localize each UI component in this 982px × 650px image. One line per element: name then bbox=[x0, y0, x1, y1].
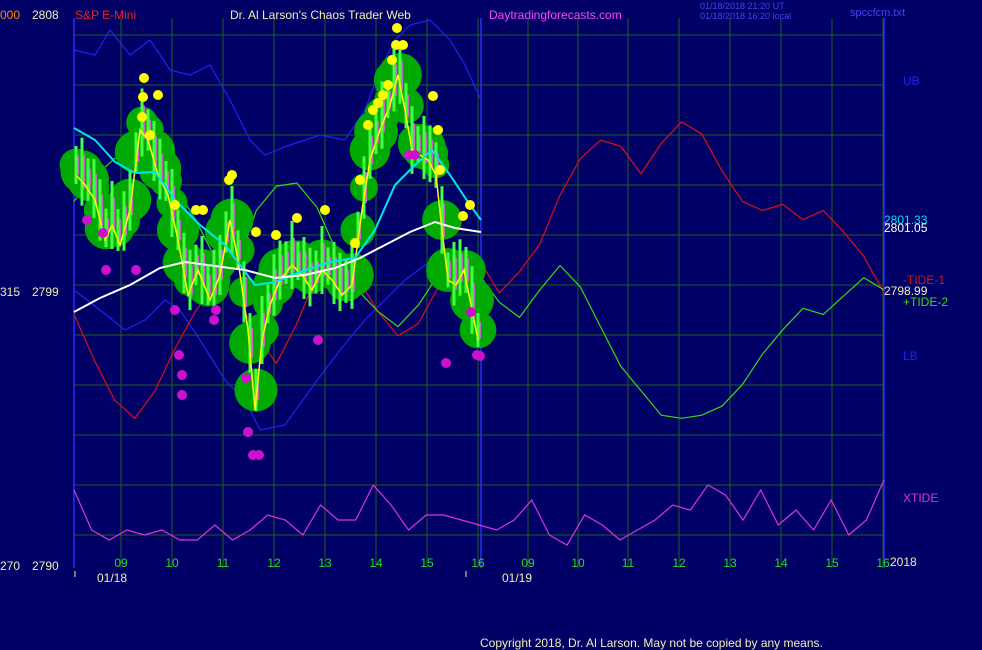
left-scale-mid: 315 bbox=[0, 285, 21, 299]
hour-tick-label: 12 bbox=[267, 556, 281, 570]
high-dot bbox=[363, 120, 373, 130]
high-dot bbox=[392, 23, 402, 33]
high-dot bbox=[465, 200, 475, 210]
price-mid-label: 2799 bbox=[32, 285, 59, 299]
high-dot bbox=[387, 55, 397, 65]
low-dot bbox=[254, 450, 264, 460]
high-dot bbox=[383, 80, 393, 90]
high-dot bbox=[355, 175, 365, 185]
high-dot bbox=[153, 90, 163, 100]
high-dot bbox=[350, 238, 360, 248]
high-dot bbox=[139, 73, 149, 83]
low-dot bbox=[177, 390, 187, 400]
high-dot bbox=[145, 130, 155, 140]
hour-tick-label: 14 bbox=[369, 556, 383, 570]
hour-tick-label: 10 bbox=[571, 556, 585, 570]
low-dot bbox=[82, 215, 92, 225]
high-dot bbox=[137, 112, 147, 122]
high-dot bbox=[428, 91, 438, 101]
low-dot bbox=[177, 370, 187, 380]
low-dot bbox=[174, 350, 184, 360]
low-dot bbox=[101, 265, 111, 275]
low-dot bbox=[313, 335, 323, 345]
year-label: 2018 bbox=[890, 555, 917, 569]
hour-tick-label: 15 bbox=[825, 556, 839, 570]
high-dot bbox=[435, 165, 445, 175]
high-dot bbox=[138, 92, 148, 102]
low-dot bbox=[441, 358, 451, 368]
hour-tick-label: 14 bbox=[774, 556, 788, 570]
high-dot bbox=[398, 40, 408, 50]
high-dot bbox=[251, 227, 261, 237]
hour-tick-label: 09 bbox=[521, 556, 535, 570]
site-title: Dr. Al Larson's Chaos Trader Web bbox=[230, 8, 411, 22]
high-dot bbox=[292, 213, 302, 223]
low-dot bbox=[466, 307, 476, 317]
tide2-label: +TIDE-2 bbox=[903, 295, 949, 309]
hour-tick-label: 12 bbox=[672, 556, 686, 570]
low-dot bbox=[98, 228, 108, 238]
low-dot bbox=[209, 315, 219, 325]
hour-tick-label: 16 bbox=[876, 556, 890, 570]
high-dot bbox=[458, 211, 468, 221]
high-dot bbox=[378, 90, 388, 100]
low-dot bbox=[170, 305, 180, 315]
high-dot bbox=[433, 125, 443, 135]
hour-tick-label: 10 bbox=[165, 556, 179, 570]
copyright-footer: Copyright 2018, Dr. Al Larson. May not b… bbox=[480, 636, 823, 650]
date-day1: 01/18 bbox=[97, 571, 128, 585]
site-url[interactable]: Daytradingforecasts.com bbox=[489, 8, 622, 22]
high-dot bbox=[170, 200, 180, 210]
low-dot bbox=[475, 351, 485, 361]
ub-label: UB bbox=[903, 74, 920, 88]
high-dot bbox=[271, 230, 281, 240]
lb-label: LB bbox=[903, 349, 918, 363]
hour-tick-label: 16 bbox=[471, 556, 485, 570]
low-dot bbox=[211, 305, 221, 315]
date-day2: 01/19 bbox=[502, 571, 533, 585]
hour-tick-label: 11 bbox=[217, 556, 230, 570]
high-dot bbox=[198, 205, 208, 215]
high-dot bbox=[320, 205, 330, 215]
low-dot bbox=[410, 150, 420, 160]
left-scale-bottom: 270 bbox=[0, 559, 21, 573]
price-bottom-label: 2790 bbox=[32, 559, 59, 573]
timestamp-local: 01/18/2018 16:20 local bbox=[700, 11, 792, 21]
low-dot bbox=[241, 373, 251, 383]
xtide-label: XTIDE bbox=[903, 491, 939, 505]
low-dot bbox=[243, 427, 253, 437]
instrument-label: S&P E-Mini bbox=[75, 8, 137, 22]
timestamp-ut: 01/18/2018 21:20 UT bbox=[700, 1, 785, 11]
ma-value-lower: 2801.05 bbox=[884, 221, 928, 235]
low-dot bbox=[131, 265, 141, 275]
high-dot bbox=[227, 170, 237, 180]
hour-tick-label: 13 bbox=[318, 556, 332, 570]
hour-tick-label: 09 bbox=[114, 556, 128, 570]
file-name: spccfcm.txt bbox=[850, 7, 906, 19]
hour-ticks: 09 10 11 12 13 14 15 16 09 10 11 12 13 14 15 16 bbox=[74, 556, 890, 577]
price-chart: 09 10 11 12 13 14 15 16 09 10 11 12 13 14 15 16 bbox=[59, 18, 890, 577]
price-top-label: 2808 bbox=[32, 8, 59, 22]
hour-tick-label: 15 bbox=[420, 556, 434, 570]
hour-tick-label: 11 bbox=[622, 556, 635, 570]
hour-tick-label: 13 bbox=[723, 556, 737, 570]
left-scale-top: 000 bbox=[0, 8, 21, 22]
